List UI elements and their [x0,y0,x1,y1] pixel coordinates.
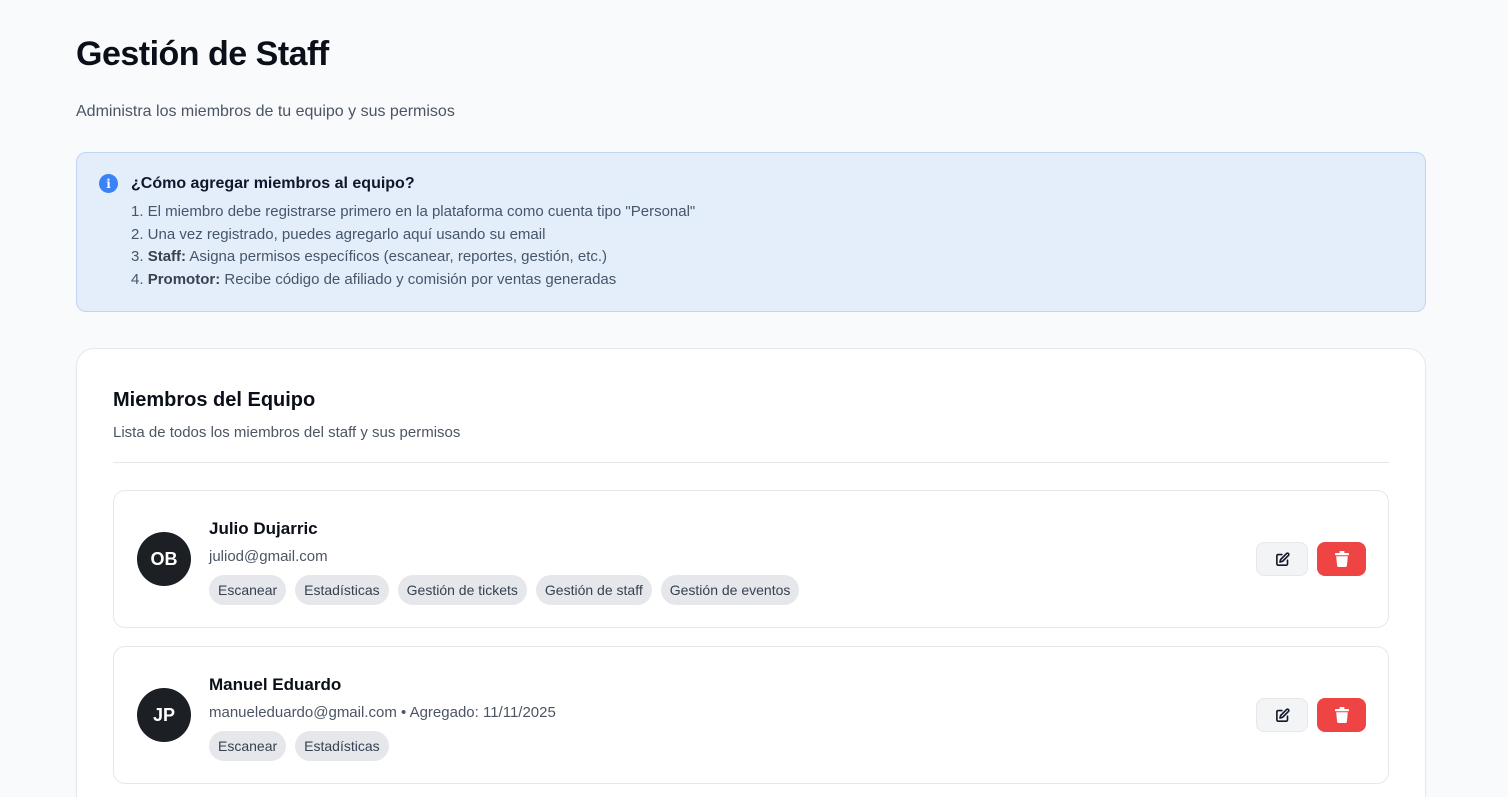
info-step-3-label: Staff: [147,248,187,265]
info-step-4-prefix: 4. [131,270,148,288]
edit-member-button[interactable] [1256,698,1308,732]
member-item: JP Manuel Eduardo manueleduardo@gmail.co… [113,646,1389,784]
member-info: Manuel Eduardo manueleduardo@gmail.com •… [209,674,556,761]
permission-tag: Gestión de tickets [397,575,527,605]
member-email: juliod@gmail.com [209,548,328,565]
permission-tag: Gestión de eventos [660,575,800,605]
trash-icon [1334,707,1349,723]
avatar: JP [137,688,191,742]
info-box: i ¿Cómo agregar miembros al equipo? 1. E… [76,152,1426,312]
trash-icon [1334,551,1349,567]
member-item: OB Julio Dujarric juliod@gmail.com Escan… [113,490,1389,628]
info-icon: i [99,174,118,193]
info-title: ¿Cómo agregar miembros al equipo? [131,175,415,192]
edit-member-button[interactable] [1256,542,1308,576]
permission-tag: Estadísticas [295,731,389,761]
info-list: 1. El miembro debe registrarse primero e… [131,201,1403,291]
member-name: Manuel Eduardo [209,675,342,694]
team-card-title: Miembros del Equipo [113,389,316,411]
divider [113,462,1389,463]
info-step-3-text: Asigna permisos específicos (escanear, r… [186,248,608,265]
info-step-2: 2. Una vez registrado, puedes agregarlo … [131,225,546,243]
permission-tag: Estadísticas [295,575,389,605]
page-title: Gestión de Staff [76,35,329,73]
permission-tag: Escanear [209,575,287,605]
delete-member-button[interactable] [1317,542,1366,576]
team-card-subtitle: Lista de todos los miembros del staff y … [113,424,461,441]
info-step-4-label: Promotor: [147,270,221,288]
permission-tags: Escanear Estadísticas Gestión de tickets… [209,575,800,605]
permission-tag: Gestión de staff [535,575,652,605]
edit-icon [1275,707,1290,722]
avatar: OB [137,532,191,586]
member-actions [1256,542,1366,576]
page-subtitle: Administra los miembros de tu equipo y s… [76,103,455,120]
team-card: Miembros del Equipo Lista de todos los m… [76,348,1426,797]
member-info: Julio Dujarric juliod@gmail.com Escanear… [209,518,800,605]
info-step-3-prefix: 3. [131,248,148,265]
permission-tag: Escanear [209,731,287,761]
member-name: Julio Dujarric [209,519,318,538]
member-list: OB Julio Dujarric juliod@gmail.com Escan… [113,490,1389,784]
info-step-1: 1. El miembro debe registrarse primero e… [131,203,696,220]
delete-member-button[interactable] [1317,698,1366,732]
info-step-3: 3. Staff: Asigna permisos específicos (e… [131,246,1403,269]
info-step-4-text: Recibe código de afiliado y comisión por… [220,270,617,288]
permission-tags: Escanear Estadísticas [209,731,556,761]
member-actions [1256,698,1366,732]
info-step-4: 4. Promotor: Recibe código de afiliado y… [131,269,1403,292]
edit-icon [1275,551,1290,566]
member-email: manueleduardo@gmail.com • Agregado: 11/1… [209,704,556,721]
page: Gestión de Staff Administra los miembros… [0,0,1508,797]
